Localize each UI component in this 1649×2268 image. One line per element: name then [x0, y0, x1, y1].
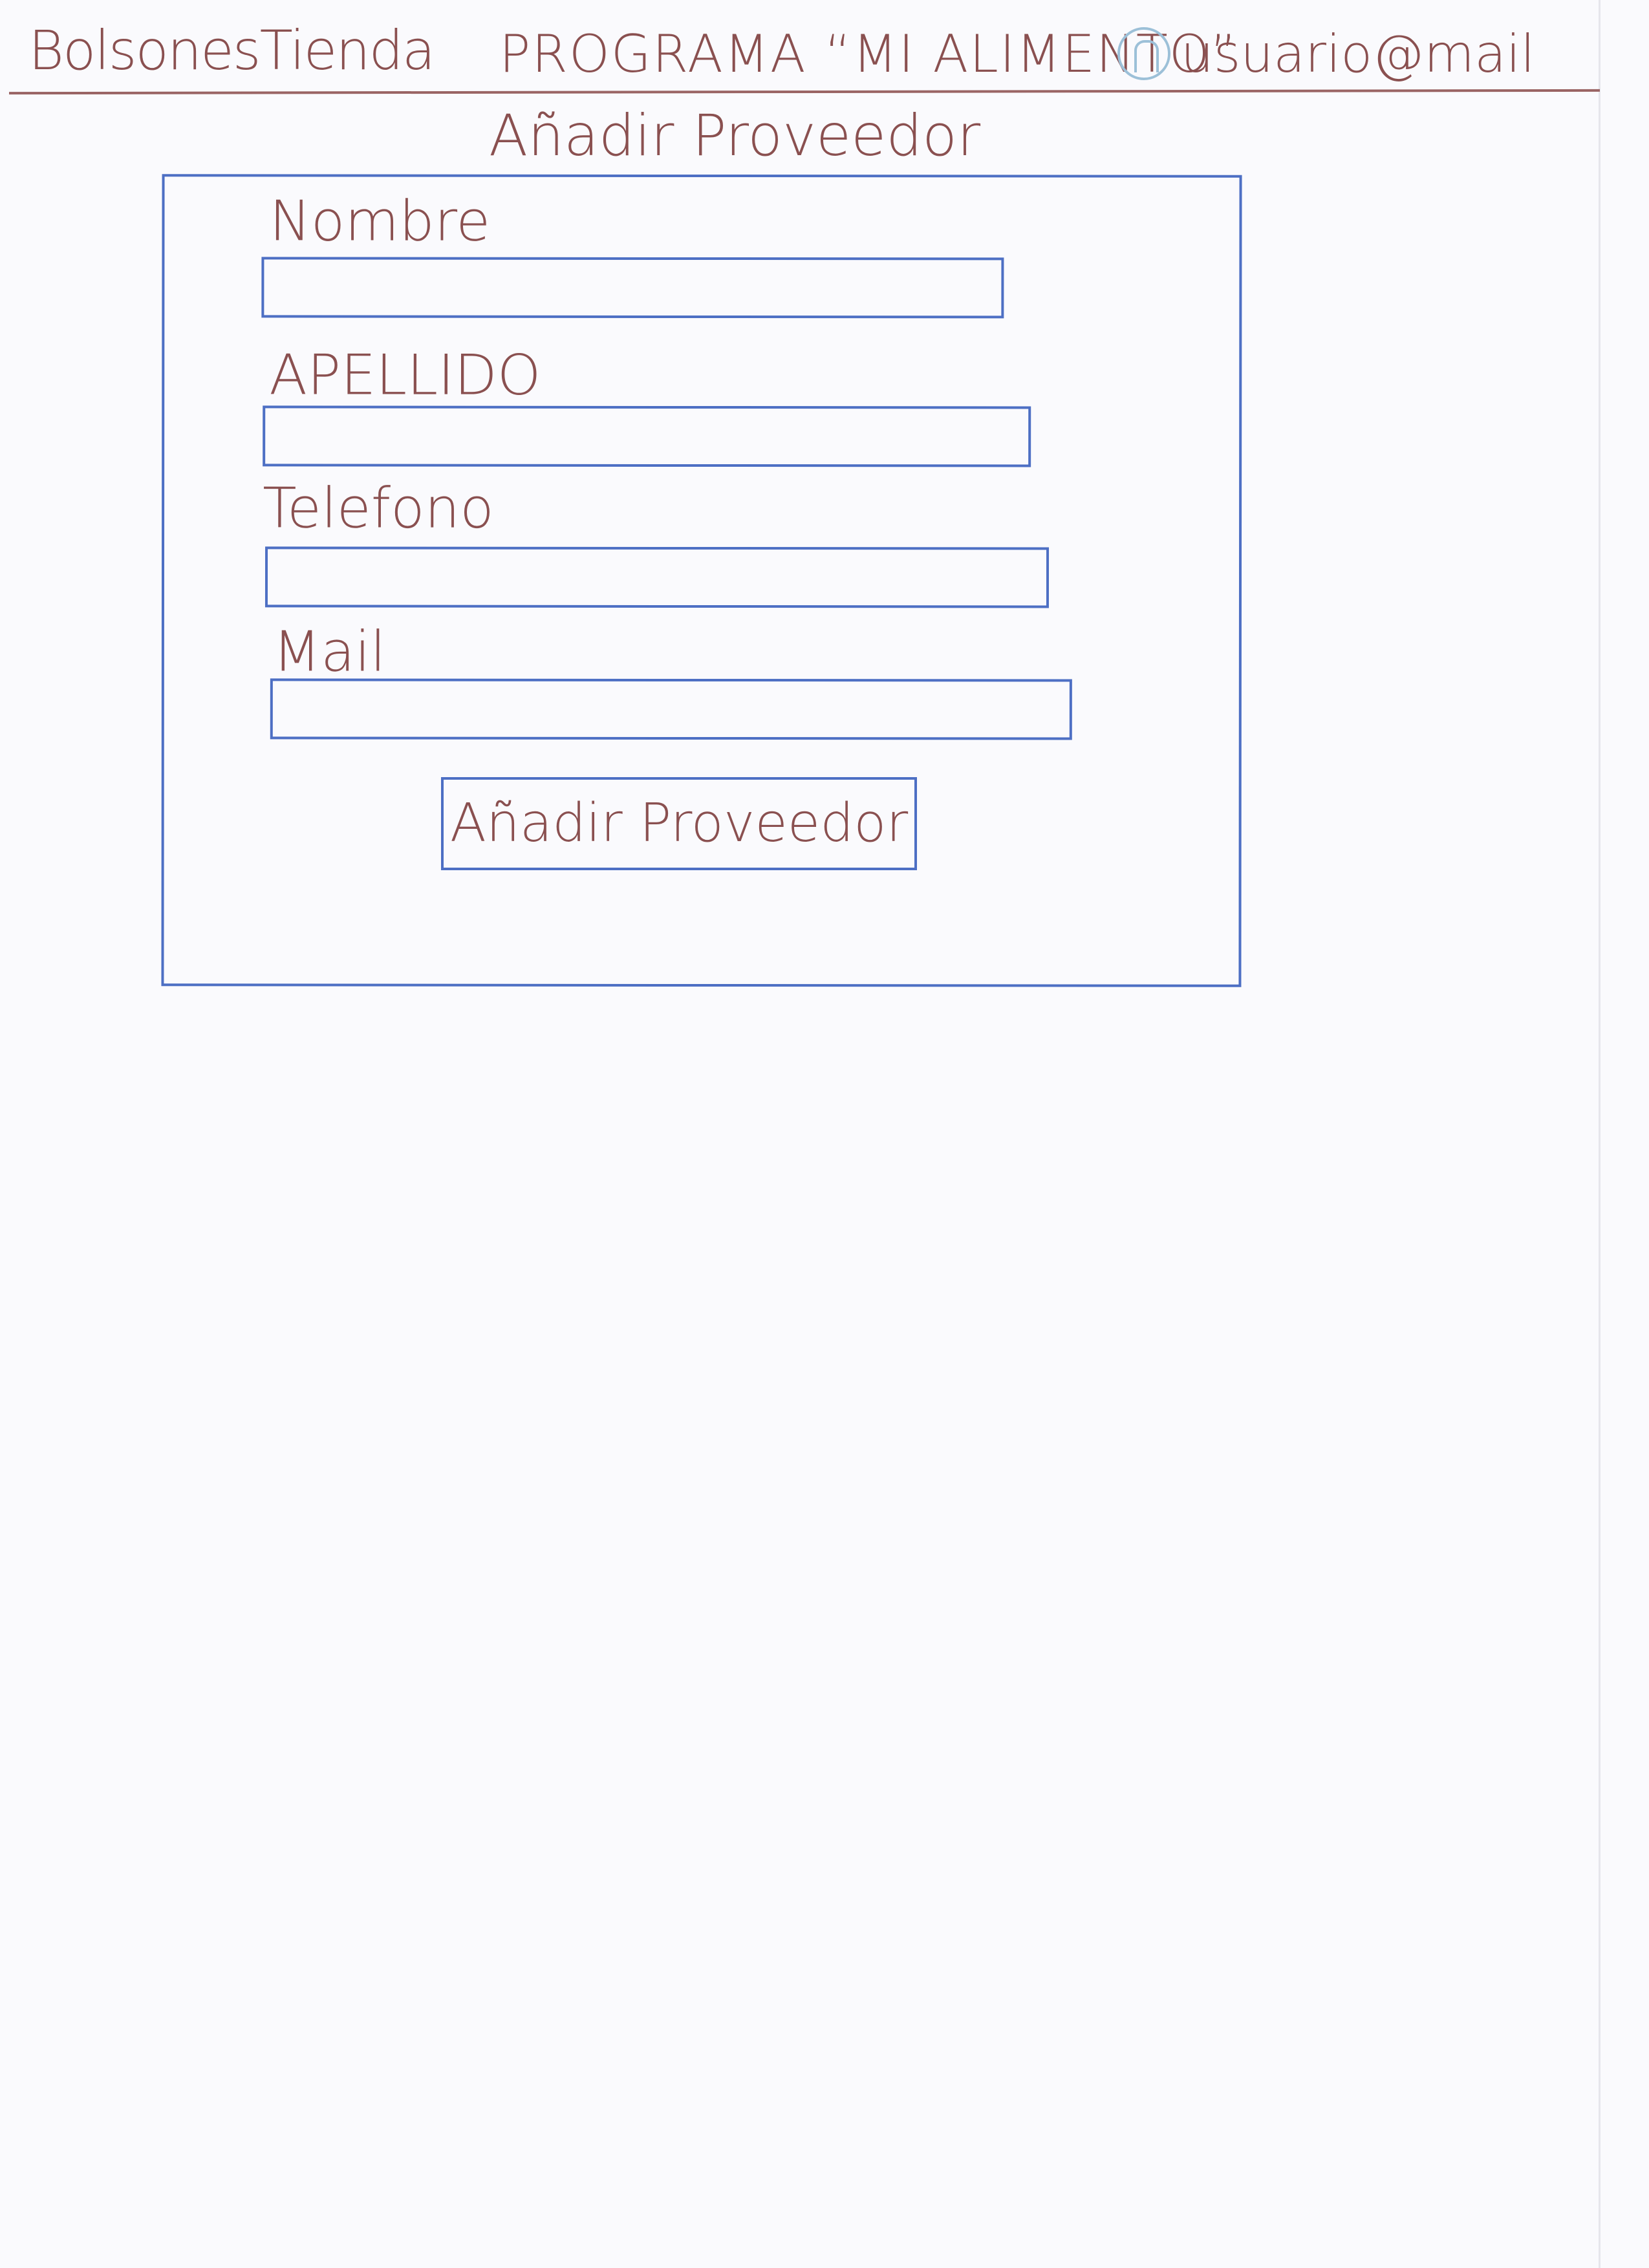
- apellido-input[interactable]: [263, 405, 1031, 467]
- mail-input[interactable]: [270, 678, 1072, 740]
- page-title: Añadir Proveedor: [489, 102, 981, 169]
- apellido-label: APELLIDO: [269, 343, 541, 408]
- telefono-input[interactable]: [264, 546, 1050, 608]
- app-header: BolsonesTienda PROGRAMA “MI ALIMENTO” us…: [0, 0, 1600, 96]
- user-icon[interactable]: [1117, 27, 1170, 80]
- header-divider: [8, 89, 1600, 95]
- user-email[interactable]: usuario@mail: [1181, 28, 1535, 80]
- nombre-input[interactable]: [261, 257, 1004, 319]
- mail-label: Mail: [272, 619, 386, 685]
- nombre-label: Nombre: [269, 189, 491, 254]
- add-supplier-button[interactable]: Añadir Proveedor: [441, 777, 917, 870]
- telefono-label: Telefono: [263, 476, 494, 541]
- brand-logo[interactable]: BolsonesTienda: [28, 23, 435, 78]
